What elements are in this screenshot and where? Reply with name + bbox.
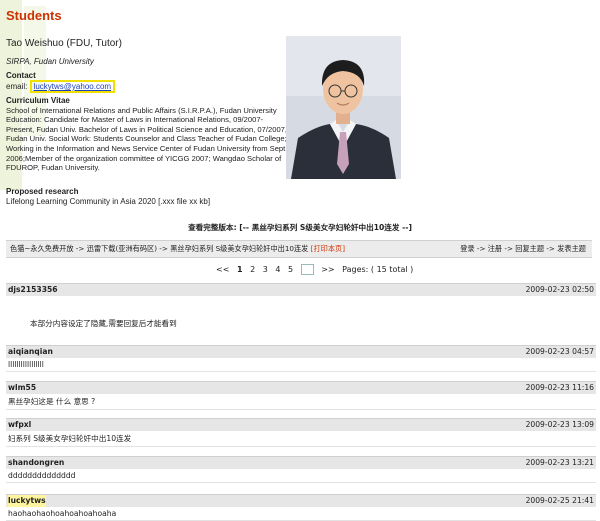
pager-page-1[interactable]: 1	[237, 265, 243, 274]
breadcrumb-bar: 色猫~永久免费开放 -> 迅雷下载(亚洲有码区) -> 黑丝孕妇系列 S级美女孕…	[6, 240, 592, 258]
page-jump-input[interactable]	[300, 264, 314, 275]
email-link[interactable]: luckytws@yahoo.com	[29, 80, 116, 93]
breadcrumb: 色猫~永久免费开放 -> 迅雷下载(亚洲有码区) -> 黑丝孕妇系列 S级美女孕…	[10, 241, 345, 257]
post-body: 黑丝孕妇这是 什么 意思 ?	[6, 394, 596, 410]
list-item: luckytws 2009-02-25 21:41 haohaohaohoaho…	[6, 494, 596, 521]
cv-text: School of International Relations and Pu…	[6, 105, 288, 173]
contact-section: Contact email: luckytws@yahoo.com	[6, 71, 116, 93]
list-item: shandongren 2009-02-23 13:21 ddddddddddd…	[6, 456, 596, 483]
page-header: Students	[6, 8, 62, 23]
pager-page-5[interactable]: 5	[288, 265, 293, 274]
pager-next[interactable]: >>	[321, 265, 334, 274]
post-time: 2009-02-23 11:16	[525, 383, 594, 392]
post-time: 2009-02-23 13:09	[525, 420, 594, 429]
post-author[interactable]: luckytws	[8, 495, 46, 507]
pager-page-3[interactable]: 3	[263, 265, 268, 274]
page: Students Tao Weishuo (FDU, Tutor) SIRPA,…	[0, 0, 600, 521]
post-time: 2009-02-25 21:41	[525, 496, 594, 505]
pager-page-4[interactable]: 4	[275, 265, 280, 274]
post-body: dddddddddddddd	[6, 469, 596, 483]
post-body: lllllllllllllllll	[6, 358, 596, 372]
list-item: djs2153356 2009-02-23 02:50 本部分内容设定了隐藏,需…	[6, 283, 596, 346]
full-version-link[interactable]: 查看完整版本: [-- 黑丝孕妇系列 S级美女孕妇轮奸中出10连发 --]	[0, 222, 600, 233]
list-item: aiqianqian 2009-02-23 04:57 llllllllllll…	[6, 345, 596, 372]
cv-heading: Curriculum Vitae	[6, 96, 70, 105]
pager-page-2[interactable]: 2	[250, 265, 255, 274]
post-time: 2009-02-23 02:50	[525, 285, 594, 294]
email-label: email:	[6, 82, 28, 91]
post-time: 2009-02-23 04:57	[525, 347, 594, 356]
profile-photo	[286, 36, 401, 179]
page-title: Students	[6, 8, 62, 23]
post-author[interactable]: aiqianqian	[8, 346, 53, 358]
list-item: wfpxl 2009-02-23 13:09 妇系列 S级美女孕妇轮奸中出10连…	[6, 418, 596, 447]
contact-heading: Contact	[6, 71, 36, 80]
post-body: 本部分内容设定了隐藏,需要回复后才能看到	[6, 296, 596, 346]
post-body: haohaohaohoahoahoahoaha	[6, 507, 596, 521]
person-affiliation: SIRPA, Fudan University	[6, 57, 94, 66]
print-page-link[interactable]: [打印本页]	[311, 244, 345, 253]
person-name: Tao Weishuo (FDU, Tutor)	[6, 38, 122, 49]
pagination: << 1 2 3 4 5 >> Pages: ( 15 total )	[216, 264, 418, 276]
user-actions[interactable]: 登录 -> 注册 -> 回复主题 -> 发表主题	[460, 241, 586, 257]
post-author[interactable]: shandongren	[8, 457, 64, 469]
post-author[interactable]: wlm55	[8, 382, 36, 394]
pager-total: Pages: ( 15 total )	[342, 265, 414, 274]
cv-section: Curriculum Vitae School of International…	[6, 96, 288, 173]
post-time: 2009-02-23 13:21	[525, 458, 594, 467]
research-section: Proposed research Lifelong Learning Comm…	[6, 187, 210, 207]
research-text: Lifelong Learning Community in Asia 2020…	[6, 197, 211, 206]
email-line: email: luckytws@yahoo.com	[6, 80, 116, 93]
post-author[interactable]: wfpxl	[8, 419, 31, 431]
post-body: 妇系列 S级美女孕妇轮奸中出10连发	[6, 431, 596, 447]
research-heading: Proposed research	[6, 187, 79, 196]
breadcrumb-path[interactable]: 色猫~永久免费开放 -> 迅雷下载(亚洲有码区) -> 黑丝孕妇系列 S级美女孕…	[10, 244, 308, 253]
portrait-image	[286, 36, 401, 179]
post-author[interactable]: djs2153356	[8, 284, 58, 296]
pager-prev[interactable]: <<	[216, 265, 229, 274]
list-item: wlm55 2009-02-23 11:16 黑丝孕妇这是 什么 意思 ?	[6, 381, 596, 410]
